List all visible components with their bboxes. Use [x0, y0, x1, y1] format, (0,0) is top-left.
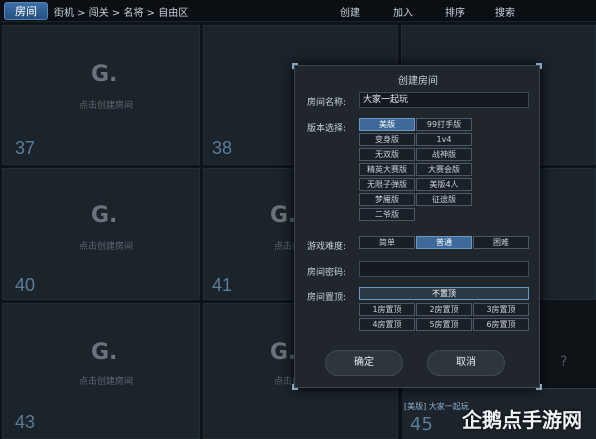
- version-option[interactable]: 无限子弹版: [359, 178, 415, 191]
- cancel-button[interactable]: 取消: [427, 350, 505, 376]
- room-number: 37: [15, 138, 36, 158]
- pin-option[interactable]: 4房置顶: [359, 318, 415, 331]
- create-room-hint: 点击创建房间: [79, 377, 134, 387]
- confirm-button[interactable]: 确定: [325, 350, 403, 376]
- version-option[interactable]: 二爷版: [359, 208, 415, 221]
- pin-none-option[interactable]: 不置顶: [359, 287, 529, 300]
- room-card-tag: [美版] 大家一起玩: [404, 402, 469, 411]
- room-card-37[interactable]: G. 点击创建房间 37: [2, 25, 200, 165]
- dialog-corner: [292, 63, 298, 69]
- difficulty-label: 游戏难度:: [307, 242, 347, 252]
- dialog-corner: [536, 63, 542, 69]
- room-tab[interactable]: 房间: [4, 2, 48, 20]
- version-option[interactable]: 征途版: [416, 193, 472, 206]
- game-logo-icon: G.: [91, 62, 118, 87]
- password-input[interactable]: [359, 261, 529, 277]
- dialog-corner: [536, 384, 542, 390]
- version-label: 版本选择:: [307, 124, 347, 134]
- create-room-dialog: 创建房间 房间名称: 大家一起玩 版本选择: 美版 99打手版 变身版 1v4 …: [292, 63, 542, 390]
- password-label: 房间密码:: [307, 268, 347, 278]
- menu-sort[interactable]: 排序: [445, 4, 465, 19]
- version-option[interactable]: 无双版: [359, 148, 415, 161]
- room-number: 43: [15, 412, 36, 432]
- pin-option[interactable]: 3房置顶: [473, 303, 529, 316]
- version-option[interactable]: 美版4人: [416, 178, 472, 191]
- pin-option[interactable]: 1房置顶: [359, 303, 415, 316]
- menu-search[interactable]: 搜索: [495, 4, 515, 19]
- game-logo-icon: G.: [270, 203, 297, 228]
- difficulty-normal[interactable]: 普通: [416, 236, 472, 249]
- room-card-43[interactable]: G. 点击创建房间 43: [2, 303, 200, 439]
- room-name-label: 房间名称:: [307, 98, 347, 108]
- game-logo-icon: G.: [270, 340, 297, 365]
- pin-option[interactable]: 2房置顶: [416, 303, 472, 316]
- dialog-title: 创建房间: [398, 76, 438, 87]
- game-logo-icon: G.: [91, 340, 118, 365]
- watermark: 企鹅点手游网: [462, 408, 582, 432]
- pin-option[interactable]: 6房置顶: [473, 318, 529, 331]
- version-option[interactable]: 变身版: [359, 133, 415, 146]
- room-number: 40: [15, 275, 36, 295]
- menu-create[interactable]: 创建: [340, 4, 360, 19]
- unknown-room-icon: ?: [560, 354, 568, 370]
- top-bar: 房间 街机 > 闯关 > 名将 > 自由区 创建 加入 排序 搜索: [0, 0, 596, 22]
- room-number: 41: [212, 275, 233, 295]
- difficulty-easy[interactable]: 简单: [359, 236, 415, 249]
- version-option[interactable]: 战神版: [416, 148, 472, 161]
- room-number: 38: [212, 138, 233, 158]
- version-option[interactable]: 美版: [359, 118, 415, 131]
- game-logo-icon: G.: [91, 203, 118, 228]
- pin-option[interactable]: 5房置顶: [416, 318, 472, 331]
- menu-join[interactable]: 加入: [393, 4, 413, 19]
- version-option[interactable]: 大赛会版: [416, 163, 472, 176]
- version-option[interactable]: 精英大赛版: [359, 163, 415, 176]
- difficulty-hard[interactable]: 困难: [473, 236, 529, 249]
- dialog-corner: [292, 384, 298, 390]
- room-name-input[interactable]: 大家一起玩: [359, 92, 529, 108]
- create-room-hint: 点击创建房间: [79, 242, 134, 252]
- version-option[interactable]: 梦魇版: [359, 193, 415, 206]
- create-room-hint: 点击创建房间: [79, 101, 134, 111]
- version-option[interactable]: 1v4: [416, 133, 472, 146]
- room-number: 45: [410, 414, 433, 435]
- version-option[interactable]: 99打手版: [416, 118, 472, 131]
- pin-label: 房间置顶:: [307, 293, 347, 303]
- breadcrumb: 街机 > 闯关 > 名将 > 自由区: [54, 8, 189, 19]
- room-card-40[interactable]: G. 点击创建房间 40: [2, 168, 200, 300]
